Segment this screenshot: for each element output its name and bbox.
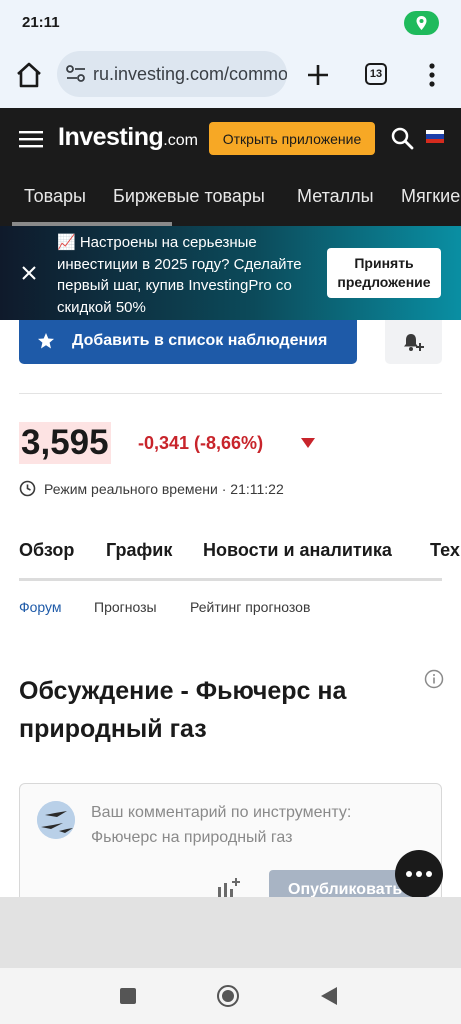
status-bar: 21:11 [0, 0, 461, 46]
category-commodities[interactable]: Товары [24, 186, 86, 207]
open-app-button[interactable]: Открыть приложение [209, 122, 375, 155]
watchlist-label: Добавить в список наблюдения [72, 332, 328, 349]
instrument-tabs: Обзор График Новости и аналитика Техн [19, 530, 461, 580]
realtime-label: Режим реального времени · 21:11:22 [44, 481, 284, 497]
home-button-icon[interactable] [217, 985, 239, 1007]
location-indicator [404, 11, 439, 35]
browser-toolbar: ru.investing.com/commodities/natural-gas… [0, 46, 461, 108]
divider [19, 393, 442, 394]
home-icon[interactable] [14, 60, 44, 90]
tab-chart[interactable]: График [106, 540, 172, 561]
address-bar[interactable]: ru.investing.com/commodities/natural-gas… [57, 51, 287, 97]
category-exchange-commodities[interactable]: Биржевые товары [113, 186, 265, 207]
subtab-forecast-rating[interactable]: Рейтинг прогнозов [190, 599, 310, 615]
info-icon[interactable] [424, 669, 444, 689]
close-icon[interactable] [20, 264, 38, 282]
clock-icon [19, 480, 36, 497]
url-text[interactable]: ru.investing.com/commodities/natural-gas… [93, 64, 287, 85]
discussion-title: Обсуждение - Фьючерс на природный газ [19, 677, 347, 743]
recent-apps-icon[interactable] [120, 988, 136, 1004]
price-change: -0,341 (-8,66%) [138, 433, 264, 453]
investing-logo[interactable]: Investing.com [58, 123, 198, 152]
russian-flag-icon[interactable] [426, 130, 444, 143]
site-header: Investing.com Открыть приложение [0, 108, 461, 168]
new-tab-icon[interactable] [302, 59, 334, 91]
comment-input[interactable]: Ваш комментарий по инструменту: Фьючерс … [91, 800, 421, 850]
logo-main: Investing [58, 123, 164, 151]
subtab-forecasts[interactable]: Прогнозы [94, 599, 157, 615]
star-icon [38, 333, 54, 349]
site-settings-icon[interactable] [66, 65, 86, 83]
tab-overview[interactable]: Обзор [19, 540, 74, 561]
logo-suffix: .com [163, 132, 198, 149]
add-to-watchlist-button[interactable]: Добавить в список наблюдения [19, 320, 357, 364]
search-icon[interactable] [390, 126, 414, 150]
tab-switcher-button[interactable]: 13 [365, 63, 387, 85]
subtab-forum[interactable]: Форум [19, 599, 62, 615]
status-time: 21:11 [22, 14, 60, 31]
category-nav: Товары Биржевые товары Металлы Мягкие [0, 168, 461, 226]
tabs-underline [19, 578, 442, 581]
create-alert-button[interactable] [385, 320, 442, 364]
more-actions-fab[interactable] [395, 850, 443, 898]
avatar [37, 801, 75, 839]
accept-offer-button[interactable]: Принять предложение [327, 248, 441, 298]
tab-technical[interactable]: Техн [430, 540, 461, 561]
category-softs[interactable]: Мягкие [401, 186, 460, 207]
tab-news-analysis[interactable]: Новости и аналитика [203, 540, 392, 561]
system-nav-bar [0, 968, 461, 1024]
last-price: 3,595 [19, 422, 111, 464]
user-avatar-image [37, 801, 75, 839]
dot [406, 871, 412, 877]
bottom-placeholder [0, 897, 461, 968]
bell-plus-icon [404, 334, 424, 351]
hamburger-menu-icon[interactable] [19, 130, 43, 148]
location-pin-icon [416, 16, 427, 30]
promo-text: 📈 Настроены на серьезные инвестиции в 20… [57, 234, 302, 316]
dot [426, 871, 432, 877]
more-menu-icon[interactable] [420, 60, 444, 90]
category-metals[interactable]: Металлы [297, 186, 374, 207]
back-icon[interactable] [320, 986, 338, 1006]
promo-banner: 📈 Настроены на серьезные инвестиции в 20… [0, 226, 461, 320]
dot [416, 871, 422, 877]
down-arrow-icon [301, 438, 315, 448]
